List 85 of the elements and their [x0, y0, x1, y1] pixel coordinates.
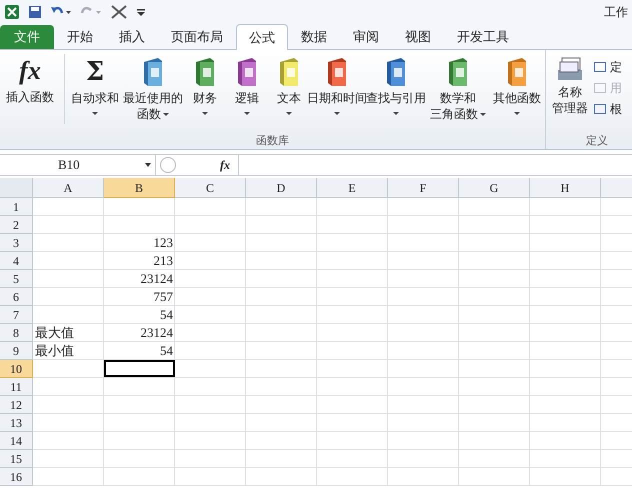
- row-header[interactable]: 3: [0, 234, 33, 252]
- ribbon-tab[interactable]: 公式: [236, 24, 288, 50]
- command-icon: [594, 83, 606, 93]
- command-icon: [594, 104, 606, 114]
- ribbon-tab[interactable]: 审阅: [340, 25, 392, 49]
- window-title: 工作: [604, 4, 628, 21]
- ribbon-small-button[interactable]: 根: [594, 100, 622, 118]
- table-cell-text: 23124: [140, 324, 174, 341]
- row-header[interactable]: 16: [0, 468, 33, 486]
- table-cell-text: 最小值: [34, 342, 75, 359]
- row-header[interactable]: 2: [0, 216, 33, 234]
- customize-icon[interactable]: [136, 6, 146, 18]
- active-cell[interactable]: [104, 360, 175, 377]
- column-header[interactable]: D: [246, 178, 317, 198]
- function-category-button[interactable]: 文本: [269, 54, 309, 124]
- book-icon: [277, 57, 301, 87]
- column-header[interactable]: H: [530, 178, 601, 198]
- column-header[interactable]: F: [388, 178, 459, 198]
- caret-icon: [202, 112, 208, 115]
- column-header[interactable]: E: [317, 178, 388, 198]
- row-header[interactable]: 5: [0, 270, 33, 288]
- table-cell-text: 54: [159, 306, 174, 323]
- save-icon[interactable]: [28, 5, 42, 19]
- file-tab[interactable]: 文件: [0, 25, 54, 49]
- row-header[interactable]: 13: [0, 414, 33, 432]
- group-label: 函数库: [256, 134, 289, 149]
- table-cell-text: 最大值: [34, 324, 75, 341]
- caret-icon: [514, 112, 520, 115]
- ribbon-tab[interactable]: 开发工具: [444, 25, 522, 49]
- function-category-button[interactable]: 逻辑: [225, 54, 269, 124]
- row-header[interactable]: 4: [0, 252, 33, 270]
- command-icon: [594, 62, 606, 72]
- ribbon-tab[interactable]: 视图: [392, 25, 444, 49]
- column-header[interactable]: A: [33, 178, 104, 198]
- book-icon: [505, 57, 529, 87]
- row-header[interactable]: 8: [0, 324, 33, 342]
- table-cell-text: 213: [152, 252, 174, 269]
- book-icon: [141, 57, 165, 87]
- row-header[interactable]: 12: [0, 396, 33, 414]
- row-header[interactable]: 6: [0, 288, 33, 306]
- book-icon: [235, 57, 259, 87]
- group-label: 定义: [585, 134, 609, 149]
- row-header[interactable]: 15: [0, 450, 33, 468]
- row-header[interactable]: 14: [0, 432, 33, 450]
- caret-icon: [244, 112, 250, 115]
- table-cell-text: 757: [152, 288, 174, 305]
- caret-icon: [480, 112, 486, 116]
- name-box[interactable]: B10: [0, 155, 156, 175]
- caret-icon: [92, 112, 98, 115]
- book-icon: [446, 57, 470, 87]
- caret-icon: [393, 112, 399, 115]
- ribbon-tab[interactable]: 数据: [288, 25, 340, 49]
- function-category-button[interactable]: 查找与引用: [365, 54, 427, 124]
- function-category-button[interactable]: 其他函数: [489, 54, 545, 124]
- row-header[interactable]: 9: [0, 342, 33, 360]
- insert-function-button[interactable]: fx: [216, 156, 234, 174]
- row-header[interactable]: 1: [0, 198, 33, 216]
- caret-icon: [334, 112, 340, 115]
- function-category-button[interactable]: 日期和时间: [309, 54, 365, 124]
- caret-icon: [145, 163, 151, 167]
- table-cell-text: 54: [159, 342, 174, 359]
- book-icon: [325, 57, 349, 87]
- row-header[interactable]: 10: [0, 360, 33, 378]
- row-header[interactable]: 11: [0, 378, 33, 396]
- column-header[interactable]: B: [104, 178, 175, 198]
- column-header[interactable]: G: [459, 178, 530, 198]
- book-icon: [384, 57, 408, 87]
- name-manager-button[interactable]: 名称 管理器: [550, 54, 590, 124]
- function-category-button[interactable]: 财务: [185, 54, 225, 124]
- function-category-button[interactable]: 最近使用的 函数: [121, 54, 185, 124]
- function-category-button[interactable]: 数学和 三角函数: [427, 54, 489, 124]
- ribbon-small-button[interactable]: 定: [594, 58, 622, 76]
- ribbon-tab[interactable]: 插入: [106, 25, 158, 49]
- caret-icon: [163, 112, 169, 116]
- row-header[interactable]: 7: [0, 306, 33, 324]
- ribbon-tab[interactable]: 页面布局: [158, 25, 236, 49]
- caret-icon: [286, 112, 292, 115]
- table-cell-text: 23124: [140, 270, 174, 287]
- function-category-button[interactable]: Σ 自动求和: [69, 54, 121, 124]
- ribbon-tab[interactable]: 开始: [54, 25, 106, 49]
- book-icon: [193, 57, 217, 87]
- insert-function-button[interactable]: fx 插入函数: [0, 54, 60, 124]
- excel-logo-icon[interactable]: [4, 4, 20, 20]
- table-cell-text: 123: [152, 234, 174, 251]
- column-header[interactable]: C: [175, 178, 246, 198]
